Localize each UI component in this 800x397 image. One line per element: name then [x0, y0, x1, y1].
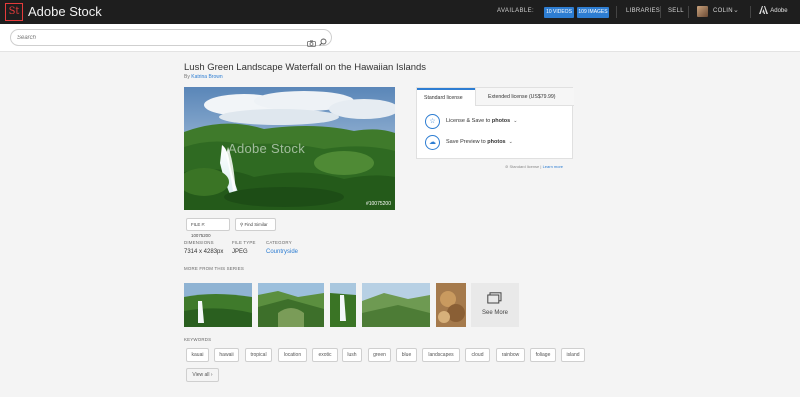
chevron-down-icon[interactable]: ⌄	[733, 6, 739, 14]
save-preview-prefix: Save Preview to	[446, 139, 486, 145]
libraries-link[interactable]: LIBRARIES	[626, 8, 660, 14]
chevron-down-icon[interactable]: ⌄	[509, 139, 513, 145]
videos-available-badge[interactable]: 10 VIDEOS	[544, 7, 574, 18]
adobe-logo-icon[interactable]: Adobe	[759, 6, 788, 15]
keyword-tag[interactable]: island	[561, 348, 585, 362]
camera-icon[interactable]	[307, 34, 316, 52]
watermark: Adobe Stock	[228, 141, 306, 156]
find-similar-label: Find Similar	[244, 222, 268, 227]
keyword-tag[interactable]: cloud	[465, 348, 490, 362]
license-icon: ☆	[425, 113, 440, 129]
keyword-tag[interactable]: exotic	[312, 348, 338, 362]
brand-name[interactable]: Adobe Stock	[28, 4, 102, 19]
keyword-tag[interactable]: kauai	[186, 348, 209, 362]
series-thumbnail[interactable]	[258, 283, 324, 327]
file-type-label: FILE TYPE	[232, 240, 256, 245]
cloud-download-icon: ☁	[425, 134, 440, 150]
chevron-down-icon[interactable]: ⌄	[513, 118, 517, 124]
see-more-button[interactable]: See More	[471, 283, 519, 327]
keyword-tag[interactable]: location	[278, 348, 307, 362]
keyword-tag[interactable]: lush	[342, 348, 362, 362]
series-label: MORE FROM THIS SERIES	[184, 266, 244, 271]
check-circle-icon: ⊘	[505, 164, 509, 169]
keyword-tag[interactable]: rainbow	[496, 348, 525, 362]
user-menu[interactable]: COLIN	[713, 8, 733, 14]
keyword-tag[interactable]: blue	[396, 348, 417, 362]
divider	[688, 6, 689, 18]
adobe-stock-logo[interactable]: St	[5, 3, 23, 21]
search-input[interactable]	[17, 32, 297, 44]
gallery-icon	[487, 292, 502, 310]
available-label: AVAILABLE:	[497, 8, 535, 14]
search-bar	[0, 24, 800, 52]
asset-preview-image[interactable]: Adobe Stock #10075200	[184, 87, 395, 210]
divider	[750, 6, 751, 18]
license-save-target: photos	[491, 118, 511, 124]
keywords-label: KEYWORDS	[184, 337, 212, 342]
search-box[interactable]	[10, 29, 332, 47]
category-label: CATEGORY	[266, 240, 292, 245]
license-save-action[interactable]: ☆ License & Save to photos ⌄	[425, 113, 517, 129]
image-id: #10075200	[365, 201, 391, 207]
sell-link[interactable]: SELL	[668, 8, 684, 14]
user-avatar[interactable]	[697, 6, 708, 17]
search-icon: ⚲	[240, 222, 244, 227]
license-panel: Standard license Extended license (US$79…	[416, 87, 574, 159]
license-note: ⊘ Standard license | Learn more	[505, 164, 563, 169]
adobe-label: Adobe	[770, 8, 788, 14]
keyword-tag[interactable]: landscapes	[422, 348, 460, 362]
license-note-text: Standard license |	[509, 164, 542, 169]
dimensions-label: DIMENSIONS	[184, 240, 214, 245]
series-thumbnail[interactable]	[362, 283, 430, 327]
save-preview-label: Save Preview to photos	[446, 139, 506, 145]
keyword-tag[interactable]: hawaii	[214, 348, 239, 362]
category-link[interactable]: Countryside	[266, 249, 298, 255]
search-icon[interactable]	[319, 33, 327, 51]
series-thumbnail[interactable]	[184, 283, 252, 327]
keyword-tag[interactable]: green	[368, 348, 391, 362]
keyword-tag[interactable]: foliage	[530, 348, 556, 362]
divider	[660, 6, 661, 18]
file-number-button[interactable]: FILE #: 10075200	[186, 218, 230, 238]
find-similar-button[interactable]: ⚲ Find Similar	[235, 218, 276, 231]
images-available-badge[interactable]: 109 IMAGES	[577, 7, 609, 18]
save-preview-target: photos	[487, 139, 506, 145]
asset-title: Lush Green Landscape Waterfall on the Ha…	[184, 62, 427, 73]
view-all-keywords-button[interactable]: View all ›	[186, 368, 219, 382]
see-more-label: See More	[481, 310, 508, 316]
keyword-tag[interactable]: tropical	[245, 348, 272, 362]
file-type-value: JPEG	[232, 249, 248, 255]
tab-extended-license[interactable]: Extended license (US$79.99)	[475, 88, 574, 106]
series-thumbnail[interactable]	[330, 283, 356, 327]
divider	[616, 6, 617, 18]
save-preview-action[interactable]: ☁ Save Preview to photos ⌄	[425, 134, 513, 150]
license-save-prefix: License & Save to	[446, 118, 491, 124]
author-link[interactable]: Katrina Brown	[191, 74, 222, 80]
license-save-label: License & Save to photos	[446, 118, 510, 124]
by-prefix: By	[184, 74, 190, 80]
top-bar: St Adobe Stock AVAILABLE: 10 VIDEOS 109 …	[0, 0, 800, 24]
byline: By Katrina Brown	[184, 74, 223, 80]
dimensions-value: 7314 x 4283px	[184, 249, 224, 255]
tab-standard-license[interactable]: Standard license	[417, 88, 475, 106]
series-thumbnail[interactable]	[436, 283, 466, 327]
learn-more-link[interactable]: Learn more	[543, 164, 563, 169]
